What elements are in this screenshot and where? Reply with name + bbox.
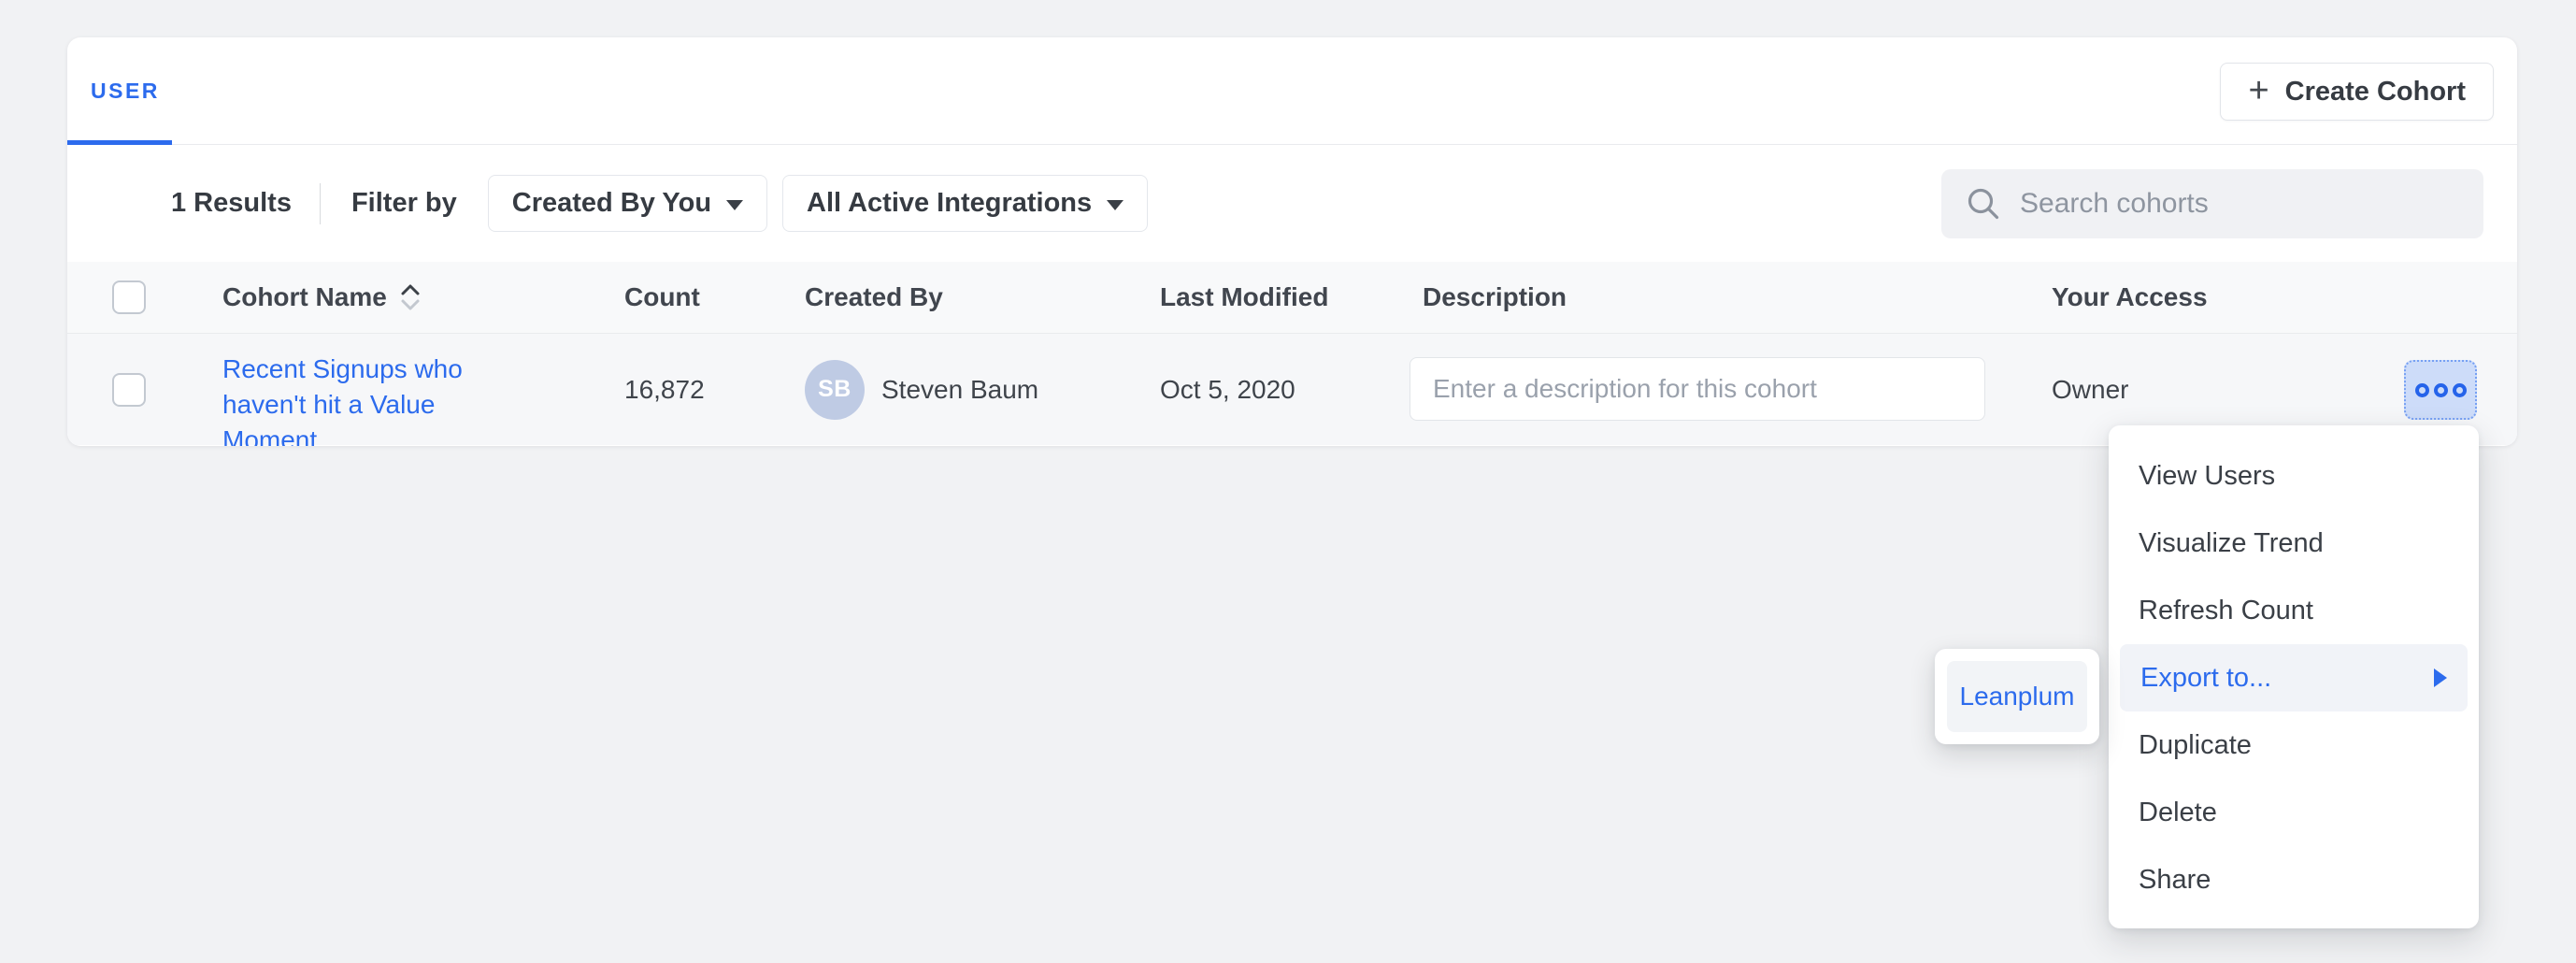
submenu-arrow-icon	[2434, 668, 2447, 687]
menu-item-view-users[interactable]: View Users	[2109, 442, 2479, 510]
header-cohort-name[interactable]: Cohort Name	[222, 262, 422, 333]
description-input[interactable]	[1410, 357, 1985, 421]
menu-item-export-to-label: Export to...	[2140, 663, 2271, 694]
cohorts-panel: USER + Create Cohort 1 Results Filter by…	[67, 37, 2517, 446]
created-by-dropdown-label: Created By You	[512, 188, 711, 219]
chevron-down-icon	[726, 200, 743, 210]
submenu-item-leanplum[interactable]: Leanplum	[1947, 661, 2087, 732]
header-created-by: Created By	[805, 262, 943, 333]
cohorts-page: USER + Create Cohort 1 Results Filter by…	[0, 0, 2576, 963]
created-by-dropdown[interactable]: Created By You	[488, 175, 767, 232]
more-dots-icon	[2434, 383, 2448, 397]
tab-bar: USER + Create Cohort	[67, 37, 2517, 145]
creator-name: Steven Baum	[881, 375, 1038, 405]
menu-item-share[interactable]: Share	[2109, 846, 2479, 913]
search-input[interactable]	[2020, 188, 2459, 220]
cohort-count: 16,872	[624, 334, 705, 445]
row-actions-menu: View Users Visualize Trend Refresh Count…	[2109, 425, 2479, 928]
menu-item-refresh-count[interactable]: Refresh Count	[2109, 577, 2479, 644]
chevron-down-icon	[1107, 200, 1123, 210]
last-modified-cell: Oct 5, 2020	[1160, 334, 1295, 445]
search-box[interactable]	[1941, 169, 2483, 238]
vertical-divider	[320, 183, 321, 224]
menu-item-visualize-trend[interactable]: Visualize Trend	[2109, 510, 2479, 577]
header-description: Description	[1423, 262, 1567, 333]
more-dots-icon	[2453, 383, 2467, 397]
tab-user-label: USER	[91, 79, 160, 104]
row-checkbox[interactable]	[112, 373, 146, 407]
menu-item-delete[interactable]: Delete	[2109, 779, 2479, 846]
filter-by-label: Filter by	[351, 188, 457, 219]
row-actions-button[interactable]	[2404, 360, 2477, 420]
create-cohort-label: Create Cohort	[2285, 77, 2466, 108]
plus-icon: +	[2248, 73, 2268, 108]
avatar: SB	[805, 360, 865, 420]
tab-user[interactable]: USER	[91, 37, 160, 145]
integrations-dropdown-label: All Active Integrations	[807, 188, 1092, 219]
more-dots-icon	[2415, 383, 2429, 397]
search-icon	[1966, 186, 2001, 222]
table-header: Cohort Name Count Created By Last Modifi…	[67, 262, 2517, 334]
created-by-cell: SB Steven Baum	[805, 334, 1038, 445]
header-last-modified: Last Modified	[1160, 262, 1328, 333]
menu-item-duplicate[interactable]: Duplicate	[2109, 711, 2479, 779]
results-count: 1 Results	[171, 188, 292, 219]
integrations-dropdown[interactable]: All Active Integrations	[782, 175, 1148, 232]
export-submenu: Leanplum	[1935, 649, 2099, 744]
header-count: Count	[624, 262, 700, 333]
filter-bar: 1 Results Filter by Created By You All A…	[67, 145, 2517, 262]
menu-item-export-to[interactable]: Export to...	[2120, 644, 2468, 711]
select-all-checkbox[interactable]	[112, 280, 146, 314]
header-your-access: Your Access	[2052, 262, 2208, 333]
sort-icon	[398, 280, 422, 314]
create-cohort-button[interactable]: + Create Cohort	[2220, 63, 2494, 121]
cohort-name-link[interactable]: Recent Signups who haven't hit a Value M…	[222, 352, 475, 446]
